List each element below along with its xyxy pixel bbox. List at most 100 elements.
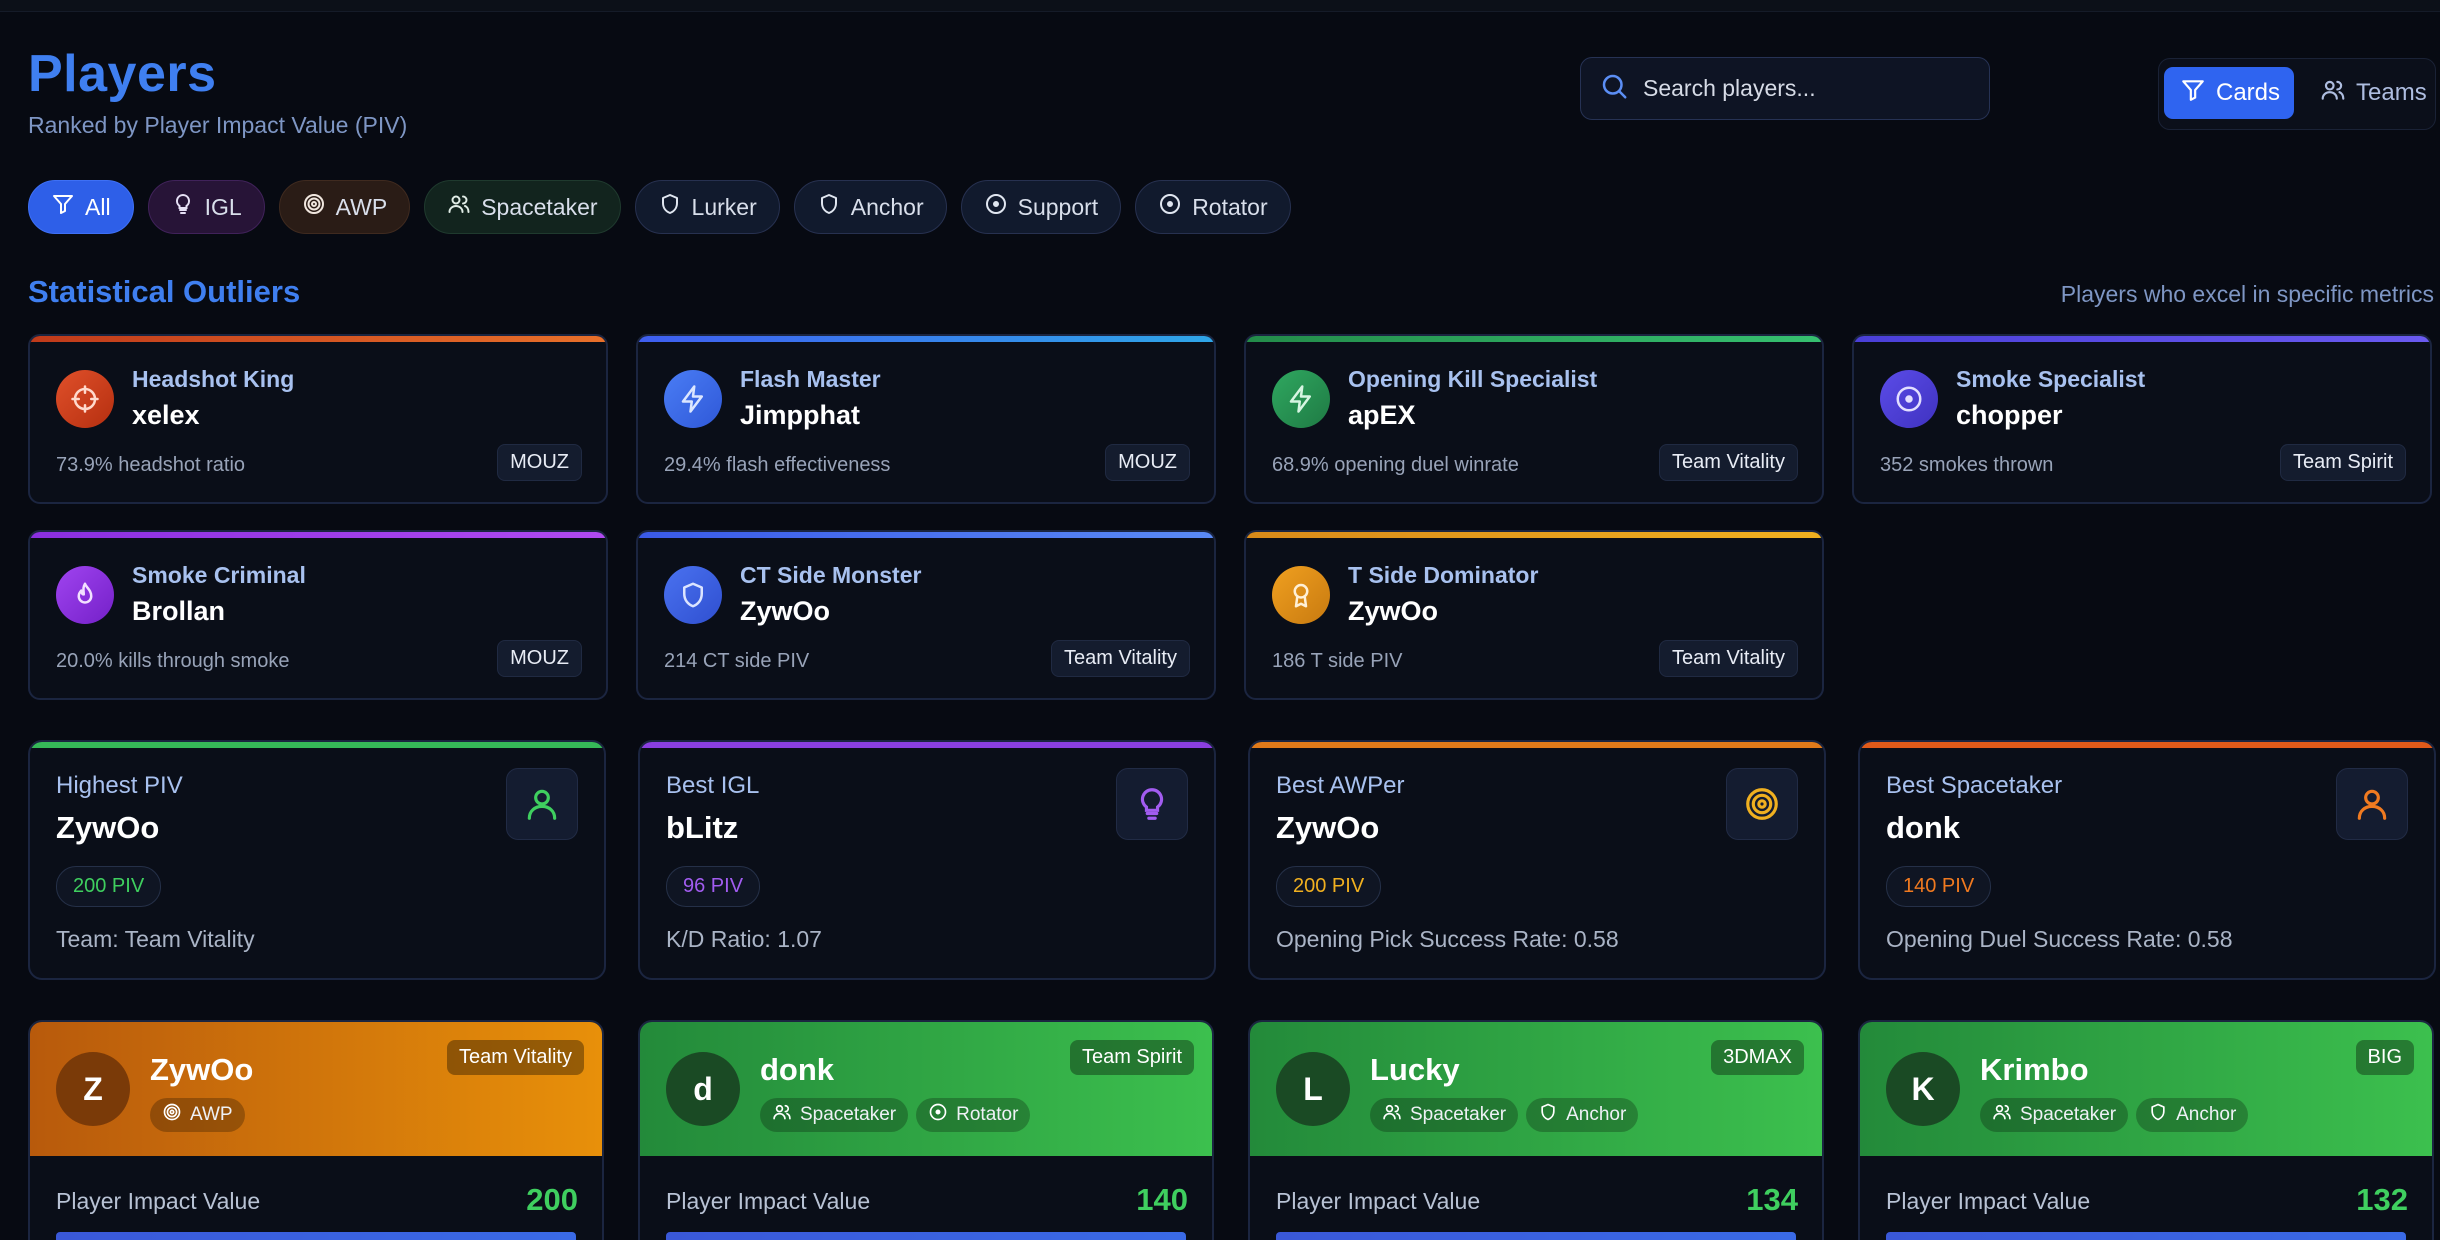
target-icon — [1880, 370, 1938, 428]
piv-value: 200 — [526, 1182, 578, 1217]
piv-bar — [666, 1232, 1186, 1240]
accent-bar — [30, 532, 606, 538]
filter-chip-anchor[interactable]: Anchor — [793, 180, 947, 234]
outlier-player: ZywOo — [740, 596, 831, 626]
filter-chip-spacetaker[interactable]: Spacetaker — [424, 180, 621, 234]
best-meta: Team: Team Vitality — [56, 926, 255, 952]
role-label: Anchor — [2176, 1104, 2237, 1125]
award-icon — [1272, 566, 1330, 624]
shield-icon — [817, 192, 841, 222]
outlier-label: Opening Kill Specialist — [1348, 366, 1598, 392]
avatar: d — [666, 1052, 740, 1126]
accent-bar — [1860, 742, 2434, 748]
filter-icon — [2180, 77, 2206, 110]
search-input[interactable] — [1643, 75, 1989, 102]
best-card-highest-piv[interactable]: Highest PIV ZywOo 200 PIV Team: Team Vit… — [28, 740, 606, 980]
piv-value: 134 — [1746, 1182, 1798, 1217]
filter-chip-support[interactable]: Support — [960, 180, 1122, 234]
filter-chip-all[interactable]: All — [28, 180, 134, 234]
outlier-label: Flash Master — [740, 366, 881, 392]
search-box[interactable] — [1580, 57, 1990, 120]
piv-badge: 200 PIV — [1276, 866, 1382, 907]
outlier-card-ct-side-monster[interactable]: CT Side Monster ZywOo 214 CT side PIV Te… — [636, 530, 1216, 700]
team-badge: Team Vitality — [446, 1040, 584, 1075]
filter-icon — [51, 192, 75, 222]
outlier-card-t-side-dominator[interactable]: T Side Dominator ZywOo 186 T side PIV Te… — [1244, 530, 1824, 700]
user-icon — [506, 768, 578, 840]
filter-chip-label: IGL — [204, 193, 242, 220]
outlier-label: Smoke Criminal — [132, 562, 306, 588]
player-card-donk[interactable]: d donk Spacetaker Rotator Team Spirit Pl… — [638, 1020, 1214, 1240]
team-badge: MOUZ — [1105, 444, 1190, 481]
best-label: Highest PIV — [56, 772, 183, 799]
cards-view-button[interactable]: Cards — [2164, 67, 2294, 119]
cards-view-label: Cards — [2216, 79, 2281, 106]
player-name: ZywOo — [150, 1052, 254, 1087]
best-card-best-spacetaker[interactable]: Best Spacetaker donk 140 PIV Opening Due… — [1858, 740, 2436, 980]
filter-chip-awp[interactable]: AWP — [278, 180, 411, 234]
piv-label: Player Impact Value — [56, 1188, 261, 1214]
outlier-card-headshot-king[interactable]: Headshot King xelex 73.9% headshot ratio… — [28, 334, 608, 504]
role-tag: AWP — [150, 1098, 245, 1132]
lightning-icon — [664, 370, 722, 428]
team-badge: Team Vitality — [1658, 444, 1798, 481]
user-icon — [2336, 768, 2408, 840]
best-player: ZywOo — [1276, 810, 1380, 845]
outlier-stat: 73.9% headshot ratio — [56, 454, 246, 476]
users-icon — [1992, 1102, 2012, 1128]
best-player: ZywOo — [56, 810, 160, 845]
best-meta: Opening Pick Success Rate: 0.58 — [1276, 926, 1619, 952]
team-badge: Team Vitality — [1050, 640, 1190, 677]
role-tag: Spacetaker — [1370, 1098, 1519, 1132]
role-label: Anchor — [1566, 1104, 1627, 1125]
filter-chip-label: AWP — [335, 193, 388, 220]
outlier-card-smoke-criminal[interactable]: Smoke Criminal Brollan 20.0% kills throu… — [28, 530, 608, 700]
crosshair-icon — [56, 370, 114, 428]
filter-chip-rotator[interactable]: Rotator — [1135, 180, 1291, 234]
best-card-best-igl[interactable]: Best IGL bLitz 96 PIV K/D Ratio: 1.07 — [638, 740, 1216, 980]
piv-value: 132 — [2356, 1182, 2408, 1217]
users-icon — [1382, 1102, 1402, 1128]
role-tag: Spacetaker — [1980, 1098, 2129, 1132]
accent-bar — [638, 336, 1214, 342]
best-meta: K/D Ratio: 1.07 — [666, 926, 822, 952]
role-tag: Anchor — [2136, 1098, 2249, 1132]
outlier-stat: 352 smokes thrown — [1880, 454, 2054, 476]
filter-chip-lurker[interactable]: Lurker — [634, 180, 780, 234]
outlier-label: T Side Dominator — [1348, 562, 1539, 588]
outlier-card-smoke-specialist[interactable]: Smoke Specialist chopper 352 smokes thro… — [1852, 334, 2432, 504]
best-meta: Opening Duel Success Rate: 0.58 — [1886, 926, 2233, 952]
piv-label: Player Impact Value — [1276, 1188, 1481, 1214]
outlier-player: apEX — [1348, 400, 1416, 430]
player-card-zywoo[interactable]: Z ZywOo AWP Team Vitality Player Impact … — [28, 1020, 604, 1240]
target-icon — [984, 192, 1008, 222]
accent-bar — [638, 532, 1214, 538]
player-card-krimbo[interactable]: K Krimbo Spacetaker Anchor BIG Player Im… — [1858, 1020, 2434, 1240]
role-label: Spacetaker — [1410, 1104, 1507, 1125]
piv-bar — [1276, 1232, 1796, 1240]
role-label: Spacetaker — [800, 1104, 897, 1125]
outlier-player: Jimpphat — [740, 400, 861, 430]
target-icon — [928, 1102, 948, 1128]
outlier-player: ZywOo — [1348, 596, 1439, 626]
avatar: Z — [56, 1052, 130, 1126]
teams-view-button[interactable]: Teams — [2304, 67, 2440, 119]
lightning-icon — [1272, 370, 1330, 428]
shield-icon — [1538, 1102, 1558, 1128]
outlier-card-flash-master[interactable]: Flash Master Jimpphat 29.4% flash effect… — [636, 334, 1216, 504]
outlier-card-opening-kill-specialist[interactable]: Opening Kill Specialist apEX 68.9% openi… — [1244, 334, 1824, 504]
accent-bar — [1854, 336, 2430, 342]
users-icon — [772, 1102, 792, 1128]
filter-chip-igl[interactable]: IGL — [147, 180, 265, 234]
section-title: Statistical Outliers — [28, 274, 301, 309]
team-badge: MOUZ — [497, 444, 582, 481]
best-card-best-awper[interactable]: Best AWPer ZywOo 200 PIV Opening Pick Su… — [1248, 740, 1826, 980]
filter-chip-label: Lurker — [691, 193, 757, 220]
outlier-label: Smoke Specialist — [1956, 366, 2146, 392]
shield-icon — [664, 566, 722, 624]
team-badge: Team Spirit — [2279, 444, 2406, 481]
team-badge: Team Spirit — [1069, 1040, 1194, 1075]
piv-value: 140 — [1136, 1182, 1188, 1217]
player-card-lucky[interactable]: L Lucky Spacetaker Anchor 3DMAX Player I… — [1248, 1020, 1824, 1240]
users-icon — [447, 192, 471, 222]
